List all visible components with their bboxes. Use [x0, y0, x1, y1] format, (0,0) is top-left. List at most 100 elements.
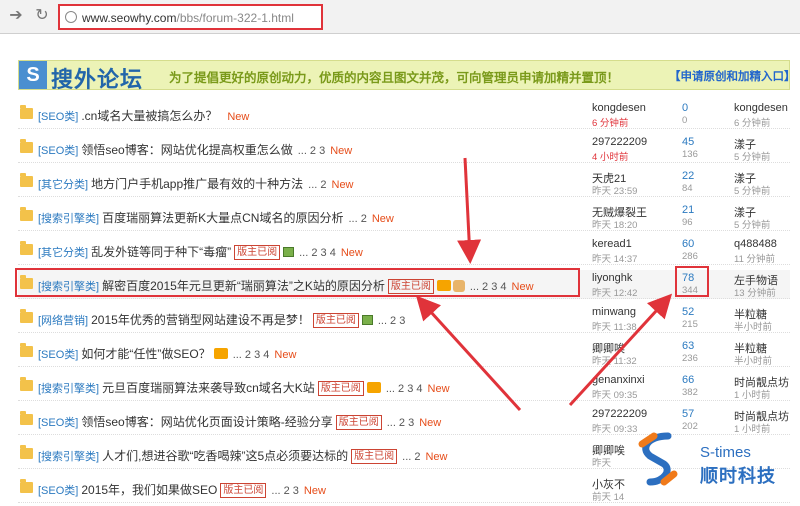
- url-path: /bbs/forum-322-1.html: [176, 11, 294, 25]
- new-label: New: [227, 111, 250, 123]
- thread-post-date: 6 分钟前: [592, 118, 629, 129]
- thread-row[interactable]: [其它分类] 乱发外链等同于种下“毒瘤” 版主已阅 ... 2 3 4 New kerea…: [18, 236, 790, 265]
- thread-pages[interactable]: ... 2: [348, 213, 366, 225]
- thread-category[interactable]: [SEO类]: [38, 145, 78, 157]
- thread-category[interactable]: [其它分类]: [38, 179, 88, 191]
- thread-category[interactable]: [SEO类]: [38, 417, 78, 429]
- thread-title[interactable]: 地方门户手机app推广最有效的十种方法: [91, 177, 303, 191]
- last-reply-time: 11 分钟前: [734, 254, 776, 265]
- thread-row[interactable]: [搜索引擎类] 元旦百度瑞丽算法来袭导致cn域名大K站 版主已阅 ... 2 3 4 N…: [18, 372, 790, 401]
- last-reply-user[interactable]: q488488: [734, 238, 777, 250]
- thread-author[interactable]: 297222209: [592, 408, 647, 420]
- thread-category[interactable]: [SEO类]: [38, 485, 78, 497]
- folder-icon: [20, 377, 33, 391]
- thread-title[interactable]: 人才们,想进谷歌“吃香喝辣”这5点必须要达标的: [102, 449, 348, 463]
- reply-count[interactable]: 22: [682, 170, 694, 182]
- folder-icon: [20, 139, 33, 153]
- page-icon: [65, 11, 77, 23]
- thread-title[interactable]: 元旦百度瑞丽算法来袭导致cn域名大K站: [102, 381, 315, 395]
- thread-row[interactable]: [SEO类] .cn域名大量被搞怎么办？ New kongdesen 6 分钟前 0 0 ko…: [18, 100, 790, 129]
- thread-title[interactable]: 乱发外链等同于种下“毒瘤”: [91, 245, 231, 259]
- thread-category[interactable]: [SEO类]: [38, 111, 78, 123]
- reply-count[interactable]: 60: [682, 238, 694, 250]
- last-reply-time: 1 小时前: [734, 424, 771, 435]
- last-reply-time: 6 分钟前: [734, 118, 771, 129]
- thread-title[interactable]: 2015年优秀的营销型网站建设不再是梦！: [91, 313, 310, 327]
- thread-category[interactable]: [网络营销]: [38, 315, 88, 327]
- new-label: New: [303, 485, 326, 497]
- thread-category[interactable]: [搜索引擎类]: [38, 383, 99, 395]
- reply-count[interactable]: 63: [682, 340, 694, 352]
- highlight-box-count: [675, 266, 709, 297]
- thread-author[interactable]: 297222209: [592, 136, 647, 148]
- highlight-box-thread: [15, 268, 580, 297]
- thread-post-date: 昨天 12:42: [592, 288, 638, 299]
- thread-row[interactable]: [SEO类] 领悟seo博客：网站优化提高权重怎么做 ... 2 3 New 29722…: [18, 134, 790, 163]
- thread-title[interactable]: 2015年，我们如果做SEO: [81, 483, 217, 497]
- folder-icon: [20, 105, 33, 119]
- image-attachment-icon: [283, 247, 295, 257]
- view-count: 136: [682, 149, 698, 160]
- forward-arrow-icon[interactable]: ➔: [6, 6, 26, 26]
- thread-author[interactable]: kongdesen: [592, 102, 646, 114]
- last-reply-user[interactable]: kongdesen: [734, 102, 788, 114]
- thread-category[interactable]: [SEO类]: [38, 349, 78, 361]
- view-count: 215: [682, 319, 698, 330]
- thread-pages[interactable]: ... 2 3 4: [299, 247, 336, 259]
- reload-icon[interactable]: ↻: [32, 6, 52, 26]
- reply-count[interactable]: 0: [682, 102, 688, 114]
- thread-pages[interactable]: ... 2 3 4: [233, 349, 270, 361]
- reply-count[interactable]: 52: [682, 306, 694, 318]
- thread-title[interactable]: 领悟seo博客：网站优化提高权重怎么做: [81, 143, 292, 157]
- new-label: New: [330, 145, 353, 157]
- thread-pages[interactable]: ... 2: [308, 179, 326, 191]
- thread-title[interactable]: 百度瑞丽算法更新K大量点CN域名的原因分析: [102, 211, 343, 225]
- reply-count[interactable]: 57: [682, 408, 694, 420]
- thread-row[interactable]: [网络营销] 2015年优秀的营销型网站建设不再是梦！ 版主已阅 ... 2 3 min…: [18, 304, 790, 333]
- thread-author[interactable]: keread1: [592, 238, 632, 250]
- reply-count[interactable]: 66: [682, 374, 694, 386]
- browser-toolbar: ➔ ↻ www.seowhy.com/bbs/forum-322-1.html: [0, 0, 800, 34]
- thread-post-date: 昨天 09:35: [592, 390, 638, 401]
- moderator-read-badge: 版主已阅: [335, 415, 382, 430]
- thread-pages[interactable]: ... 2 3: [378, 315, 406, 327]
- watermark-brand-en: S-times: [700, 444, 751, 461]
- thread-pages[interactable]: ... 2 3: [387, 417, 415, 429]
- reply-count[interactable]: 45: [682, 136, 694, 148]
- thread-author[interactable]: minwang: [592, 306, 636, 318]
- thread-author[interactable]: liyonghk: [592, 272, 632, 284]
- address-bar[interactable]: www.seowhy.com/bbs/forum-322-1.html: [58, 4, 323, 30]
- new-label: New: [425, 451, 448, 463]
- thread-pages[interactable]: ... 2: [402, 451, 420, 463]
- hot-icon: [366, 382, 381, 393]
- folder-icon: [20, 173, 33, 187]
- folder-icon: [20, 207, 33, 221]
- thread-title[interactable]: .cn域名大量被搞怎么办？: [81, 109, 217, 123]
- thread-title[interactable]: 如何才能“任性”做SEO？: [81, 347, 210, 361]
- image-attachment-icon: [361, 315, 373, 325]
- thread-post-date: 昨天: [592, 458, 612, 469]
- thread-category[interactable]: [搜索引擎类]: [38, 451, 99, 463]
- view-count: 236: [682, 353, 698, 364]
- reply-count[interactable]: 21: [682, 204, 694, 216]
- thread-row[interactable]: [其它分类] 地方门户手机app推广最有效的十种方法... 2 New 天虎21 昨天 …: [18, 168, 790, 197]
- thread-category[interactable]: [其它分类]: [38, 247, 88, 259]
- thread-pages[interactable]: ... 2 3 4: [386, 383, 423, 395]
- thread-title[interactable]: 领悟seo博客：网站优化页面设计策略-经验分享: [81, 415, 332, 429]
- moderator-read-badge: 版主已阅: [317, 381, 364, 396]
- forum-banner: S 搜外论坛 为了提倡更好的原创动力，优质的内容且图文并茂，可向管理员申请加精并…: [18, 60, 796, 92]
- view-count: 96: [682, 217, 693, 228]
- apply-original-link[interactable]: 【申请原创和加精入口】: [669, 68, 796, 84]
- thread-category[interactable]: [搜索引擎类]: [38, 213, 99, 225]
- thread-row[interactable]: [SEO类] 如何才能“任性”做SEO？... 2 3 4 New 卿卿唉 昨天 11:…: [18, 338, 790, 367]
- last-reply-time: 1 小时前: [734, 390, 771, 401]
- thread-author[interactable]: genanxinxi: [592, 374, 645, 386]
- last-reply-time: 5 分钟前: [734, 220, 771, 231]
- thread-pages[interactable]: ... 2 3: [271, 485, 299, 497]
- thread-pages[interactable]: ... 2 3: [298, 145, 326, 157]
- thread-row[interactable]: [搜索引擎类] 百度瑞丽算法更新K大量点CN域名的原因分析... 2 New 无贼爆裂…: [18, 202, 790, 231]
- thread-post-date: 昨天 23:59: [592, 186, 638, 197]
- thread-post-date: 昨天 18:20: [592, 220, 638, 231]
- folder-icon: [20, 445, 33, 459]
- last-reply-time: 半小时前: [734, 322, 773, 333]
